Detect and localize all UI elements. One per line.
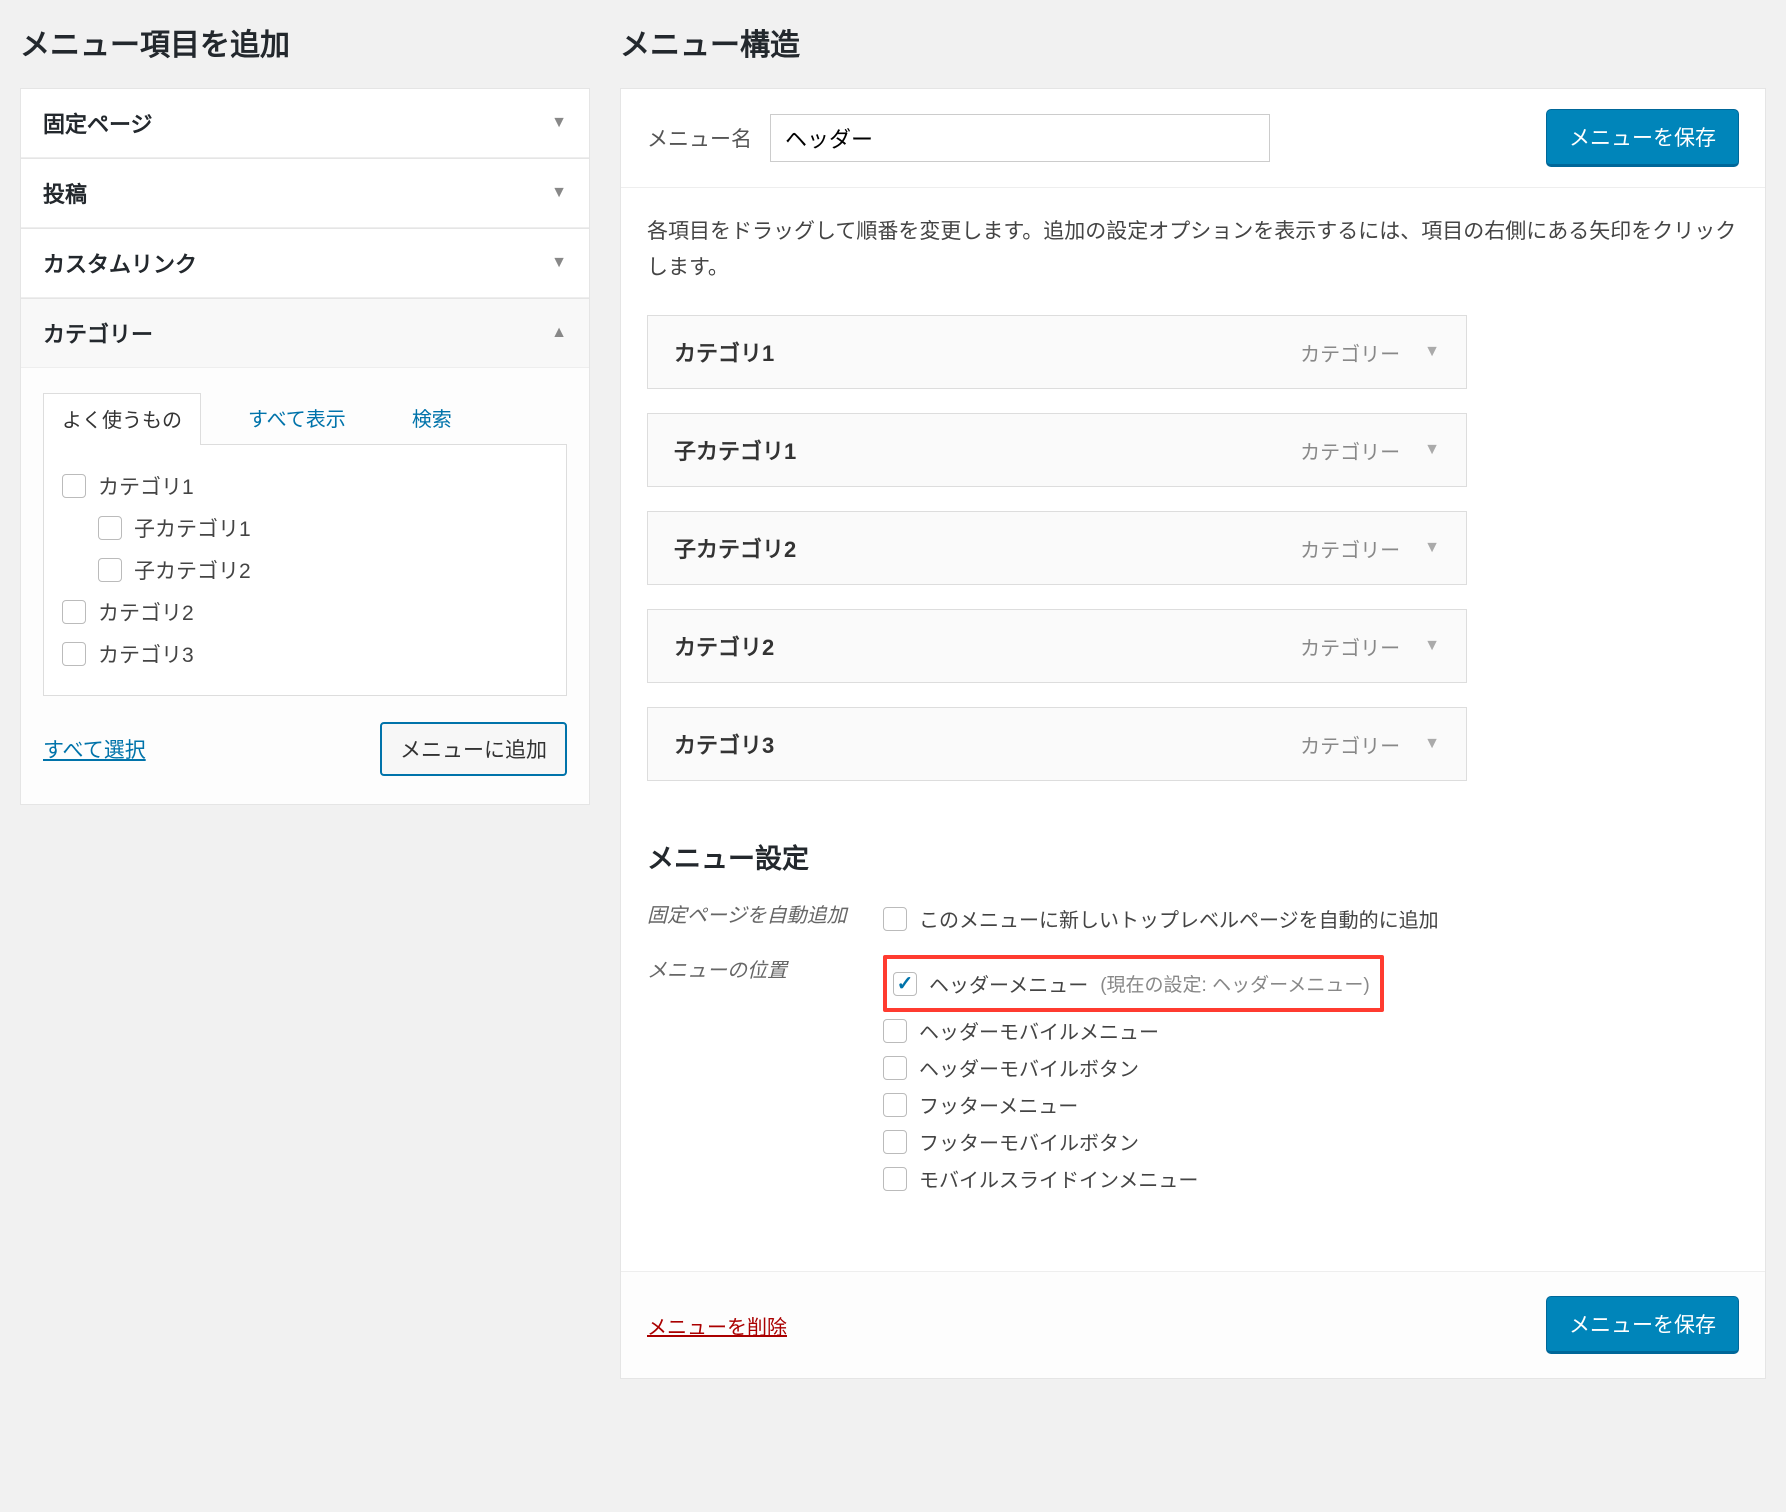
menu-item[interactable]: カテゴリ2 カテゴリー ▼ — [647, 609, 1467, 683]
accordion-label: カスタムリンク — [43, 247, 197, 279]
menu-item-type: カテゴリー — [1300, 338, 1400, 367]
menu-item-title: カテゴリ1 — [674, 336, 774, 368]
chevron-down-icon: ▼ — [1424, 735, 1440, 753]
menu-edit-panel: メニュー名 メニューを保存 各項目をドラッグして順番を変更します。追加の設定オプ… — [620, 88, 1766, 1379]
category-checkbox[interactable] — [62, 474, 86, 498]
location-checkbox-header-mobile-menu[interactable] — [883, 1019, 907, 1043]
accordion-custom-links[interactable]: カスタムリンク ▼ — [20, 229, 590, 299]
add-to-menu-button[interactable]: メニューに追加 — [380, 722, 567, 776]
tab-frequent[interactable]: よく使うもの — [43, 393, 201, 445]
location-label-text: ヘッダーモバイルボタン — [919, 1053, 1139, 1082]
accordion-categories[interactable]: カテゴリー ▲ よく使うもの すべて表示 検索 カテゴリ1 子カテゴリ1 子カテ… — [20, 299, 590, 805]
location-checkbox-footer-mobile-button[interactable] — [883, 1130, 907, 1154]
chevron-down-icon: ▼ — [1424, 441, 1440, 459]
list-item: カテゴリ3 — [62, 633, 548, 675]
select-all-link[interactable]: すべて選択 — [43, 734, 146, 764]
location-label-text: ヘッダーメニュー — [929, 969, 1088, 998]
menu-item[interactable]: 子カテゴリ2 カテゴリー ▼ — [647, 511, 1467, 585]
location-label-text: フッターメニュー — [919, 1090, 1078, 1119]
menu-item-type: カテゴリー — [1300, 632, 1400, 661]
list-item: 子カテゴリ2 — [62, 549, 548, 591]
menu-name-input[interactable] — [770, 114, 1270, 162]
tab-view-all[interactable]: すべて表示 — [229, 392, 365, 444]
list-item: カテゴリ2 — [62, 591, 548, 633]
chevron-down-icon: ▼ — [1424, 539, 1440, 557]
category-checkbox[interactable] — [98, 516, 122, 540]
menu-name-label: メニュー名 — [647, 123, 752, 153]
location-checkbox-header-mobile-button[interactable] — [883, 1056, 907, 1080]
chevron-down-icon: ▼ — [1424, 637, 1440, 655]
delete-menu-link[interactable]: メニューを削除 — [647, 1311, 787, 1340]
accordion-label: カテゴリー — [43, 317, 153, 349]
auto-add-label: 固定ページを自動追加 — [647, 900, 857, 932]
accordion-label: 固定ページ — [43, 107, 153, 139]
location-label-text: ヘッダーモバイルメニュー — [919, 1016, 1159, 1045]
add-items-title: メニュー項目を追加 — [20, 20, 590, 64]
tab-search[interactable]: 検索 — [393, 392, 471, 444]
menu-item-title: カテゴリ3 — [674, 728, 774, 760]
menu-item-type: カテゴリー — [1300, 730, 1400, 759]
menu-item[interactable]: 子カテゴリ1 カテゴリー ▼ — [647, 413, 1467, 487]
menu-item-title: 子カテゴリ2 — [674, 532, 796, 564]
location-label: メニューの位置 — [647, 955, 857, 987]
auto-add-checkbox[interactable] — [883, 907, 907, 931]
location-checkbox-mobile-slidein[interactable] — [883, 1167, 907, 1191]
location-label-text: フッターモバイルボタン — [919, 1127, 1139, 1156]
chevron-up-icon: ▲ — [551, 324, 567, 342]
tab-panel-frequent: カテゴリ1 子カテゴリ1 子カテゴリ2 カテゴリ2 カテゴリ3 — [43, 444, 567, 696]
menu-item[interactable]: カテゴリ3 カテゴリー ▼ — [647, 707, 1467, 781]
accordion-label: 投稿 — [43, 177, 87, 209]
menu-item[interactable]: カテゴリ1 カテゴリー ▼ — [647, 315, 1467, 389]
drag-instruction: 各項目をドラッグして順番を変更します。追加の設定オプションを表示するには、項目の… — [647, 214, 1739, 285]
menu-settings-title: メニュー設定 — [647, 837, 1739, 876]
list-item: 子カテゴリ1 — [62, 507, 548, 549]
menu-structure-title: メニュー構造 — [620, 20, 1766, 64]
chevron-down-icon: ▼ — [551, 184, 567, 202]
category-checkbox[interactable] — [62, 642, 86, 666]
highlight-box: ヘッダーメニュー (現在の設定: ヘッダーメニュー) — [883, 955, 1384, 1012]
location-current-note: (現在の設定: ヘッダーメニュー) — [1100, 970, 1369, 997]
chevron-down-icon: ▼ — [551, 254, 567, 272]
list-item: カテゴリ1 — [62, 465, 548, 507]
accordion-pages[interactable]: 固定ページ ▼ — [20, 88, 590, 159]
chevron-down-icon: ▼ — [551, 114, 567, 132]
location-checkbox-footer-menu[interactable] — [883, 1093, 907, 1117]
category-checkbox[interactable] — [62, 600, 86, 624]
menu-item-type: カテゴリー — [1300, 534, 1400, 563]
category-checkbox[interactable] — [98, 558, 122, 582]
accordion-posts[interactable]: 投稿 ▼ — [20, 159, 590, 229]
location-checkbox-header[interactable] — [893, 972, 917, 996]
chevron-down-icon: ▼ — [1424, 343, 1440, 361]
menu-item-title: カテゴリ2 — [674, 630, 774, 662]
save-menu-button[interactable]: メニューを保存 — [1546, 109, 1739, 167]
auto-add-text: このメニューに新しいトップレベルページを自動的に追加 — [919, 904, 1439, 933]
menu-item-type: カテゴリー — [1300, 436, 1400, 465]
save-menu-button-footer[interactable]: メニューを保存 — [1546, 1296, 1739, 1354]
menu-item-title: 子カテゴリ1 — [674, 434, 796, 466]
location-label-text: モバイルスライドインメニュー — [919, 1164, 1198, 1193]
